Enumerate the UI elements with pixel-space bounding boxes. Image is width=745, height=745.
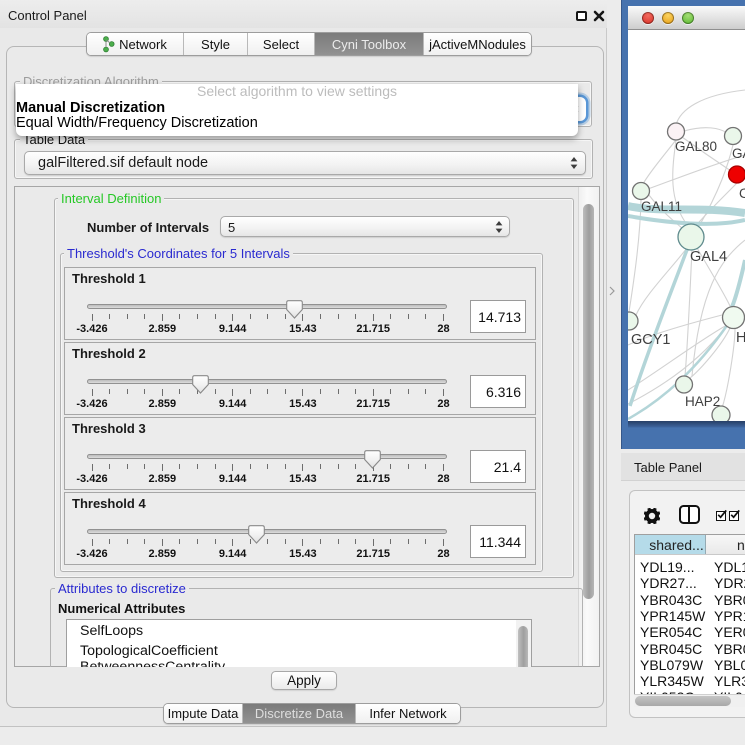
svg-text:HAP2: HAP2	[685, 394, 720, 409]
svg-text:GA: GA	[732, 146, 745, 161]
svg-text:GCY1: GCY1	[631, 332, 671, 348]
svg-text:GAL4: GAL4	[690, 249, 727, 265]
svg-text:GAL11: GAL11	[641, 199, 682, 214]
svg-text:H: H	[736, 330, 745, 346]
svg-text:GAL80: GAL80	[675, 139, 717, 154]
svg-text:C: C	[739, 186, 745, 201]
